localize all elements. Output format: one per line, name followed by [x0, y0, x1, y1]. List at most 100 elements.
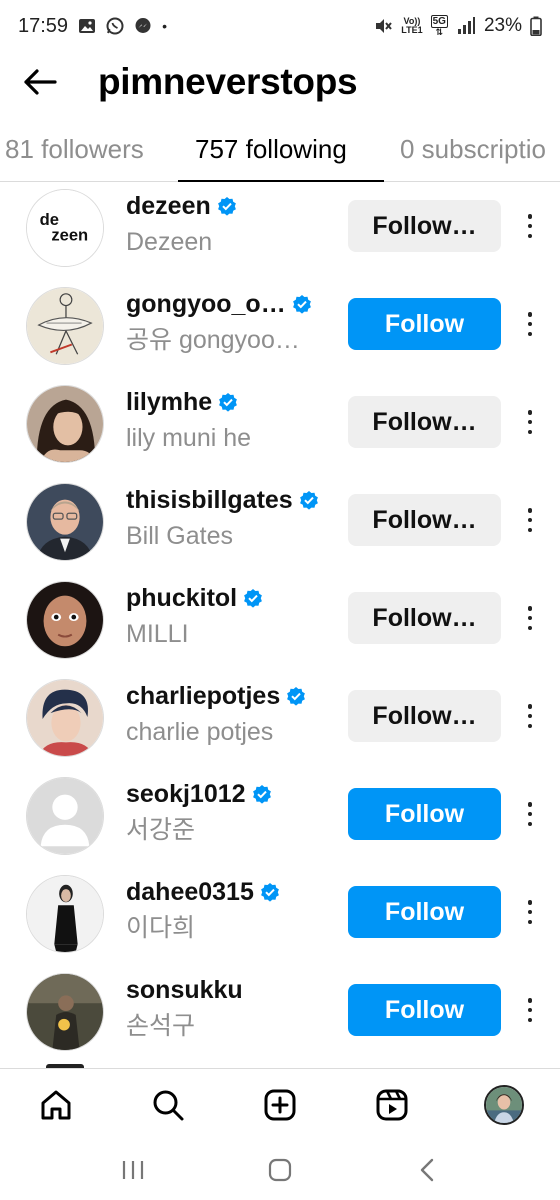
- account-names: dezeen Dezeen: [126, 189, 336, 261]
- signal-icon: [456, 16, 476, 36]
- svg-text:zeen: zeen: [51, 226, 88, 245]
- full-name: Bill Gates: [126, 522, 233, 550]
- follow-button[interactable]: Follow: [348, 298, 501, 350]
- sketch-avatar[interactable]: [26, 287, 104, 365]
- list-item: seokj1012 서강준 Follow: [0, 772, 560, 870]
- account-names: charliepotjes charlie potjes: [126, 679, 336, 751]
- portrait-avatar[interactable]: [26, 581, 104, 659]
- username[interactable]: charliepotjes: [126, 682, 280, 711]
- full-name: charlie potjes: [126, 718, 274, 746]
- full-name: MILLI: [126, 620, 189, 648]
- follow-button[interactable]: Follow: [348, 788, 501, 840]
- verified-badge-icon: [252, 785, 271, 804]
- system-nav: [0, 1140, 560, 1200]
- follow-button[interactable]: Follow: [348, 984, 501, 1036]
- following-button[interactable]: Follow…: [348, 200, 501, 252]
- profile-avatar[interactable]: [476, 1077, 532, 1133]
- verified-badge-icon: [292, 295, 311, 314]
- dezeen-logo-avatar[interactable]: de zeen: [26, 189, 104, 267]
- verified-badge-icon: [217, 197, 236, 216]
- status-left: 17:59 •: [18, 15, 167, 38]
- full-name: Dezeen: [126, 228, 213, 256]
- list-item: sonsukku 손석구 Follow: [0, 968, 560, 1066]
- list-item: gongyoo_o… 공유 gongyoo… Follow: [0, 282, 560, 380]
- portrait-avatar[interactable]: [26, 679, 104, 757]
- home-icon[interactable]: [28, 1077, 84, 1133]
- more-options-icon[interactable]: [518, 406, 542, 438]
- more-options-icon[interactable]: [518, 994, 542, 1026]
- following-list: de zeen dezeen Dezeen Follow… gongyoo_o…: [0, 182, 560, 1068]
- username[interactable]: gongyoo_o…: [126, 290, 286, 319]
- username[interactable]: dezeen: [126, 192, 211, 221]
- search-icon[interactable]: [140, 1077, 196, 1133]
- list-item: de zeen dezeen Dezeen Follow…: [0, 184, 560, 282]
- more-options-icon[interactable]: [518, 210, 542, 242]
- volte-indicator: Vo)) LTE1: [401, 16, 423, 35]
- verified-badge-icon: [244, 589, 263, 608]
- username[interactable]: seokj1012: [126, 780, 246, 809]
- account-names: thisisbillgates Bill Gates: [126, 483, 336, 555]
- verified-badge-icon: [299, 491, 318, 510]
- more-options-icon[interactable]: [518, 602, 542, 634]
- battery-text: 23%: [483, 15, 522, 36]
- header: pimneverstops: [0, 52, 560, 112]
- list-item: dahee0315 이다희 Follow: [0, 870, 560, 968]
- more-options-icon[interactable]: [518, 896, 542, 928]
- portrait-avatar[interactable]: [26, 973, 104, 1051]
- tab-subscriptions[interactable]: 0 subscriptio: [400, 118, 546, 181]
- more-options-icon[interactable]: [518, 504, 542, 536]
- back-chevron-icon[interactable]: [403, 1146, 451, 1194]
- portrait-avatar[interactable]: [26, 875, 104, 953]
- network-indicator: 5G ⇅: [430, 15, 448, 37]
- account-names: gongyoo_o… 공유 gongyoo…: [126, 287, 336, 359]
- page-title: pimneverstops: [98, 61, 358, 102]
- reels-icon[interactable]: [364, 1077, 420, 1133]
- verified-badge-icon: [287, 687, 306, 706]
- battery-icon: [530, 16, 542, 37]
- verified-badge-icon: [260, 883, 279, 902]
- tab-following[interactable]: 757 following: [195, 118, 347, 181]
- account-names: dahee0315 이다희: [126, 875, 336, 947]
- following-button[interactable]: Follow…: [348, 396, 501, 448]
- username[interactable]: sonsukku: [126, 976, 243, 1005]
- recents-icon[interactable]: [109, 1146, 157, 1194]
- following-button[interactable]: Follow…: [348, 494, 501, 546]
- username[interactable]: dahee0315: [126, 878, 254, 907]
- following-button[interactable]: Follow…: [348, 690, 501, 742]
- username[interactable]: lilymhe: [126, 388, 212, 417]
- portrait-avatar[interactable]: [26, 385, 104, 463]
- full-name: 이다희: [126, 914, 196, 942]
- back-arrow-icon[interactable]: [20, 62, 60, 102]
- tab-bar: 81 followers 757 following 0 subscriptio: [0, 118, 560, 182]
- list-item: phuckitol MILLI Follow…: [0, 576, 560, 674]
- full-name: 공유 gongyoo…: [126, 326, 300, 354]
- full-name: 서강준: [126, 816, 196, 844]
- more-options-icon[interactable]: [518, 700, 542, 732]
- more-options-icon[interactable]: [518, 308, 542, 340]
- gallery-icon: [78, 17, 96, 35]
- account-names: phuckitol MILLI: [126, 581, 336, 653]
- full-name: lily muni he: [126, 424, 252, 452]
- following-button[interactable]: Follow…: [348, 592, 501, 644]
- username[interactable]: thisisbillgates: [126, 486, 293, 515]
- mute-icon: [373, 16, 393, 36]
- messenger-icon: [134, 17, 152, 35]
- full-name: 손석구: [126, 1012, 196, 1040]
- status-bar: 17:59 • Vo)) LTE1 5G ⇅ 23%: [0, 0, 560, 52]
- verified-badge-icon: [219, 393, 238, 412]
- tab-followers[interactable]: 81 followers: [5, 118, 144, 181]
- list-item: thisisbillgates Bill Gates Follow…: [0, 478, 560, 576]
- create-icon[interactable]: [252, 1077, 308, 1133]
- username[interactable]: phuckitol: [126, 584, 237, 613]
- account-names: lilymhe lily muni he: [126, 385, 336, 457]
- default-avatar[interactable]: [26, 777, 104, 855]
- more-options-icon[interactable]: [518, 798, 542, 830]
- home-circle-icon[interactable]: [256, 1146, 304, 1194]
- list-item: charliepotjes charlie potjes Follow…: [0, 674, 560, 772]
- bottom-nav: [0, 1068, 560, 1140]
- notification-dot: •: [162, 18, 167, 34]
- whatsapp-icon: [106, 17, 124, 35]
- portrait-avatar[interactable]: [26, 483, 104, 561]
- follow-button[interactable]: Follow: [348, 886, 501, 938]
- account-names: sonsukku 손석구: [126, 973, 336, 1045]
